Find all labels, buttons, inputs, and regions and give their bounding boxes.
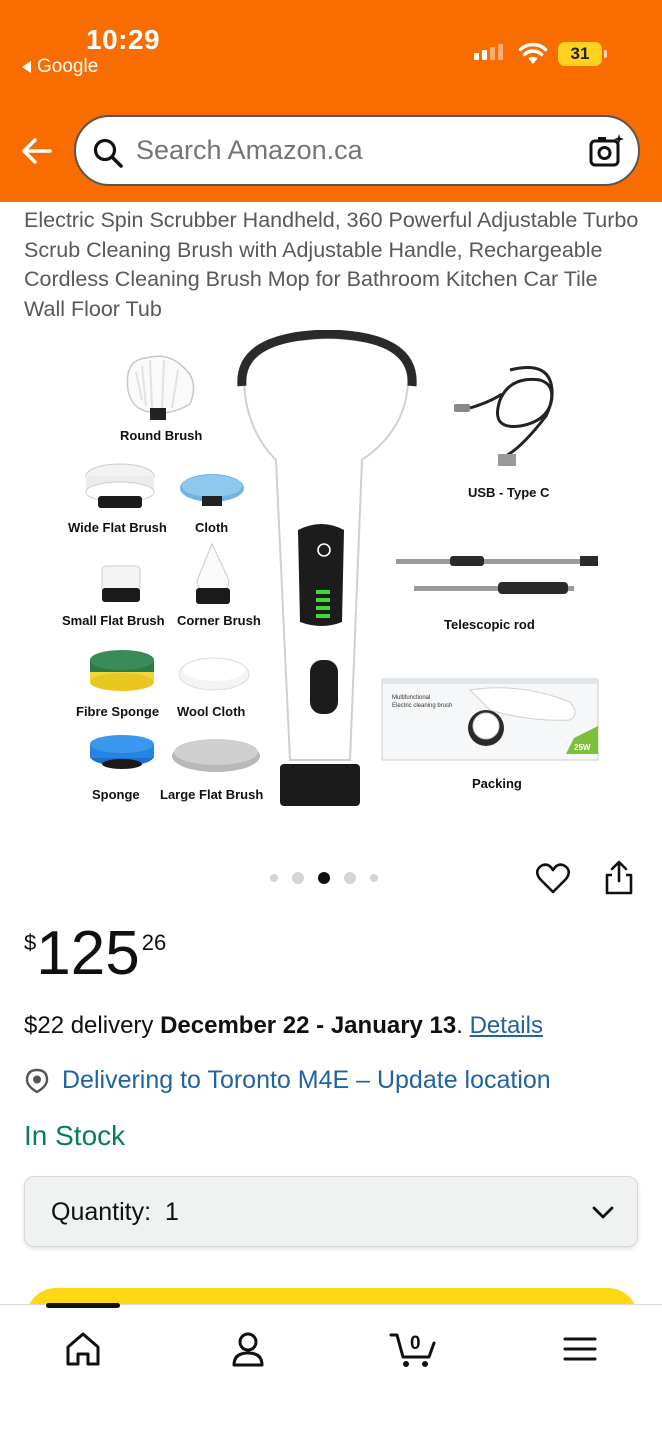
fibre-sponge-image: [90, 650, 154, 691]
corner-brush-label: Corner Brush: [177, 613, 261, 628]
price-fraction: 26: [141, 930, 167, 955]
wifi-icon: [518, 42, 548, 64]
back-app-label: Google: [37, 56, 99, 77]
quantity-label: Quantity:: [51, 1198, 152, 1226]
packing-label: Packing: [472, 776, 522, 791]
status-time: 10:29: [86, 24, 161, 55]
search-input[interactable]: [136, 135, 556, 166]
cloth-label: Cloth: [195, 520, 228, 535]
usb-cable-image: [454, 366, 554, 466]
wool-cloth-image: [178, 657, 250, 691]
product-image[interactable]: Round Brush Wide Flat Brush Cloth Small …: [50, 330, 610, 820]
product-title[interactable]: Electric Spin Scrubber Handheld, 360 Pow…: [24, 206, 640, 324]
account-icon[interactable]: [226, 1327, 270, 1371]
camera-search-icon[interactable]: [588, 133, 624, 169]
small-flat-brush-label: Small Flat Brush: [62, 613, 165, 628]
carousel-dot[interactable]: [370, 874, 378, 882]
delivery-location-link[interactable]: Delivering to Toronto M4E – Update locat…: [24, 1066, 551, 1095]
sponge-label: Sponge: [92, 787, 140, 802]
carousel-dot[interactable]: [344, 872, 356, 884]
stock-status: In Stock: [24, 1120, 126, 1151]
bottom-navigation: 0: [0, 1303, 662, 1440]
back-to-app-link[interactable]: Google: [22, 56, 98, 78]
wide-flat-brush-image: [85, 463, 155, 508]
cloth-image: [180, 474, 244, 506]
round-brush-image: [126, 355, 195, 420]
quantity-value: 1: [164, 1198, 179, 1226]
back-triangle-icon: [22, 61, 31, 73]
heart-icon[interactable]: [535, 861, 571, 897]
location-pin-icon: [25, 1068, 49, 1093]
menu-icon[interactable]: [558, 1327, 602, 1371]
app-header: 10:29 Google 31: [0, 0, 662, 202]
box-text-1: Multifunctional: [392, 695, 430, 701]
price: $ 125 26: [24, 918, 166, 990]
large-flat-brush-label: Large Flat Brush: [160, 787, 263, 802]
telescopic-rod-image: [396, 556, 598, 594]
wide-flat-brush-label: Wide Flat Brush: [68, 520, 167, 535]
carousel-dot[interactable]: [270, 874, 278, 882]
search-icon[interactable]: [92, 137, 124, 169]
price-whole: 125: [36, 919, 140, 988]
delivery-details-link[interactable]: Details: [470, 1012, 543, 1039]
delivery-info: $22 delivery December 22 - January 13. D…: [24, 1012, 543, 1040]
fibre-sponge-label: Fibre Sponge: [76, 704, 159, 719]
search-bar[interactable]: [74, 115, 640, 186]
delivery-prefix: $22 delivery: [24, 1012, 161, 1039]
usb-label: USB - Type C: [468, 485, 550, 500]
location-text: Delivering to Toronto M4E – Update locat…: [62, 1066, 551, 1094]
cart-icon[interactable]: 0: [389, 1327, 439, 1371]
carousel-dot[interactable]: [318, 872, 330, 884]
price-symbol: $: [24, 930, 37, 955]
box-badge: 25W: [574, 743, 591, 752]
quantity-select[interactable]: Quantity: 1: [24, 1176, 638, 1247]
carousel-dot[interactable]: [292, 872, 304, 884]
cellular-signal-icon: [474, 44, 503, 60]
corner-brush-image: [196, 542, 230, 604]
large-flat-brush-image: [172, 739, 260, 772]
active-tab-indicator: [46, 1303, 120, 1308]
sponge-image: [90, 735, 154, 769]
battery-indicator: 31: [558, 42, 607, 66]
small-flat-brush-image: [101, 565, 141, 602]
chevron-down-icon: [592, 1206, 614, 1219]
delivery-dates: December 22 - January 13: [160, 1012, 457, 1039]
back-arrow-icon[interactable]: [20, 134, 54, 168]
packing-box-image: Multifunctional Electric cleaning brush …: [381, 678, 599, 761]
delivery-suffix: .: [456, 1012, 470, 1039]
home-icon[interactable]: [61, 1327, 105, 1371]
cart-count: 0: [410, 1333, 421, 1354]
image-carousel-dots[interactable]: [270, 872, 378, 884]
round-brush-label: Round Brush: [120, 428, 202, 443]
box-text-2: Electric cleaning brush: [392, 703, 452, 709]
share-icon[interactable]: [603, 860, 635, 896]
telescopic-rod-label: Telescopic rod: [444, 617, 535, 632]
wool-cloth-label: Wool Cloth: [177, 704, 245, 719]
